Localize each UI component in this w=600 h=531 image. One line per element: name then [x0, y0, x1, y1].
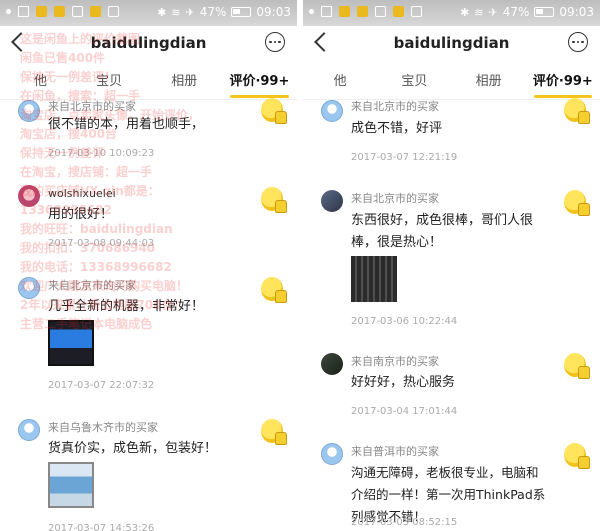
tab-items[interactable]: 宝贝: [377, 64, 451, 99]
thumbs-up-icon: [564, 190, 590, 216]
tab-his[interactable]: 他: [303, 64, 377, 99]
review-text: 好好好，热心服务: [351, 375, 456, 390]
review-date: 2017-03-03 08:52:15: [351, 517, 458, 528]
reviewer-name: 来自南京市的买家: [351, 355, 439, 368]
airplane-icon: ✈: [185, 5, 195, 19]
right-screen: ✱ ≋ ✈ 47% 09:03 baidulingdian 他 宝贝 相册 评价…: [303, 0, 600, 531]
header: baidulingdian: [303, 26, 600, 64]
app-notification-icon: [54, 6, 65, 17]
review-date: 2017-03-06 10:22:44: [351, 316, 458, 327]
message-icon: [411, 6, 422, 17]
status-bar: ✱ ≋ ✈ 47% 09:03: [0, 0, 297, 26]
mail-icon: [375, 6, 386, 17]
app-notification-icon: [90, 6, 101, 17]
review-text: 用的很好！: [48, 207, 114, 222]
image-icon: [321, 6, 332, 17]
tab-reviews[interactable]: 评价·99+: [526, 64, 600, 99]
thumbs-up-icon: [564, 353, 590, 379]
avatar: [18, 185, 40, 207]
thumbs-up-icon: [564, 443, 590, 469]
thumbs-up-icon: [564, 98, 590, 124]
clock: 09:03: [559, 5, 594, 19]
review-text: 很不错的本，用着也顺手，: [48, 117, 205, 132]
more-options-icon[interactable]: [265, 32, 285, 52]
thumbs-up-icon: [261, 98, 287, 124]
wifi-icon: ≋: [474, 5, 484, 19]
page-title: baidulingdian: [90, 34, 207, 52]
avatar: [321, 100, 343, 122]
battery-percent: 47%: [199, 5, 227, 19]
review-date: 2017-03-04 17:01:44: [351, 406, 458, 417]
review-photo[interactable]: [351, 256, 397, 302]
page-title: baidulingdian: [393, 34, 510, 52]
battery-percent: 47%: [502, 5, 530, 19]
review-date: 2017-03-07 22:07:32: [48, 380, 155, 391]
notification-dot-icon: [309, 9, 314, 14]
tab-reviews[interactable]: 评价·99+: [222, 64, 297, 99]
battery-icon: [534, 7, 555, 17]
reviewer-name: 来自北京市的买家: [48, 279, 136, 292]
more-options-icon[interactable]: [568, 32, 588, 52]
tab-bar: 他 宝贝 相册 评价·99+: [303, 64, 600, 100]
review-text: 几乎全新的机器，非常好！: [48, 299, 205, 314]
review-text: 货真价实，成色新，包装好！: [48, 441, 218, 456]
avatar: [18, 100, 40, 122]
thumbs-up-icon: [261, 277, 287, 303]
avatar: [321, 443, 343, 465]
tab-bar: 他 宝贝 相册 评价·99+: [0, 64, 297, 100]
status-bar: ✱ ≋ ✈ 47% 09:03: [303, 0, 600, 26]
thumbs-up-icon: [261, 187, 287, 213]
mail-icon: [72, 6, 83, 17]
app-notification-icon: [36, 6, 47, 17]
review-text: 东西很好，成色很棒，哥们人很棒，很是热心！: [351, 213, 534, 250]
clock: 09:03: [256, 5, 291, 19]
bluetooth-icon: ✱: [460, 5, 470, 19]
review-photo[interactable]: [48, 320, 94, 366]
review-photo[interactable]: [48, 462, 94, 508]
image-icon: [18, 6, 29, 17]
reviewer-name: 来自乌鲁木齐市的买家: [48, 421, 158, 434]
review-text: 成色不错，好评: [351, 121, 443, 136]
app-notification-icon: [357, 6, 368, 17]
battery-icon: [231, 7, 252, 17]
reviewer-name: 来自普洱市的买家: [351, 445, 439, 458]
airplane-icon: ✈: [488, 5, 498, 19]
bluetooth-icon: ✱: [157, 5, 167, 19]
review-date: 2017-03-08 09:44:03: [48, 238, 155, 249]
avatar: [18, 419, 40, 441]
avatar: [18, 277, 40, 299]
reviewer-name: 来自北京市的买家: [48, 100, 136, 113]
tab-album[interactable]: 相册: [147, 64, 222, 99]
review-date: 2017-03-10 10:09:23: [48, 148, 155, 159]
left-screen: ✱ ≋ ✈ 47% 09:03 baidulingdian 他 宝贝 相册 评价…: [0, 0, 297, 531]
reviewer-name: wolshixuelei: [48, 187, 116, 200]
message-icon: [108, 6, 119, 17]
review-date: 2017-03-07 12:21:19: [351, 152, 458, 163]
avatar: [321, 353, 343, 375]
notification-dot-icon: [6, 9, 11, 14]
reviewer-name: 来自北京市的买家: [351, 100, 439, 113]
app-notification-icon: [393, 6, 404, 17]
tab-items[interactable]: 宝贝: [72, 64, 147, 99]
header: baidulingdian: [0, 26, 297, 64]
avatar: [321, 190, 343, 212]
wifi-icon: ≋: [171, 5, 181, 19]
thumbs-up-icon: [261, 419, 287, 445]
reviewer-name: 来自北京市的买家: [351, 192, 439, 205]
tab-album[interactable]: 相册: [452, 64, 526, 99]
app-notification-icon: [339, 6, 350, 17]
tab-his[interactable]: 他: [0, 64, 72, 99]
review-date: 2017-03-07 14:53:26: [48, 523, 155, 531]
